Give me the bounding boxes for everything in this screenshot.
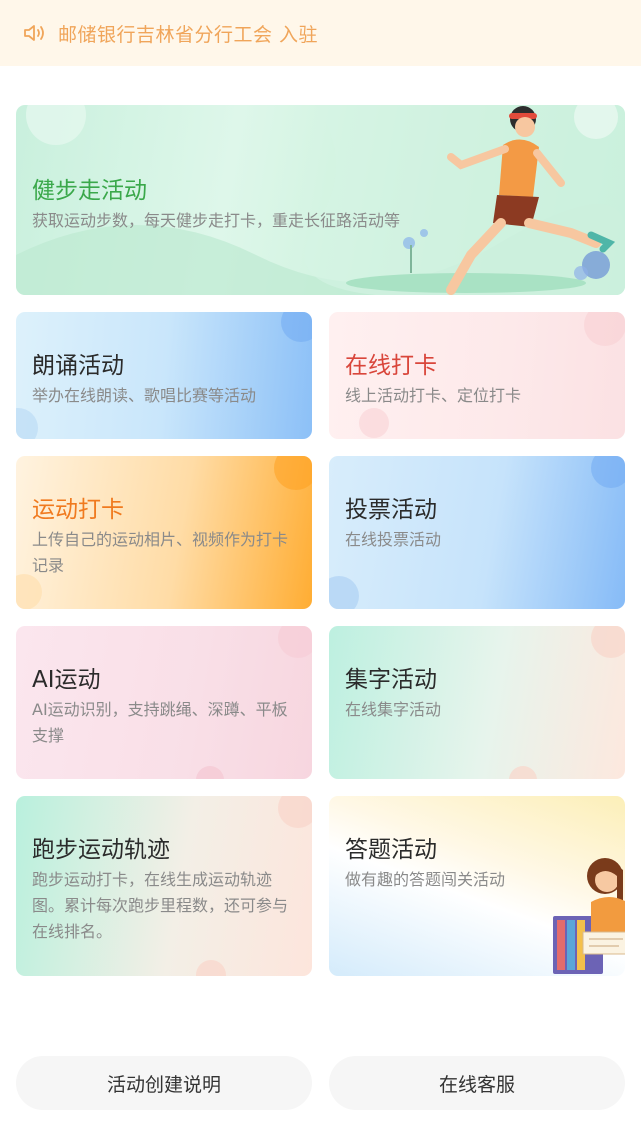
speaker-icon xyxy=(24,25,44,41)
vote-activity-desc: 在线投票活动 xyxy=(345,530,442,549)
run-track-card[interactable]: 跑步运动轨迹 跑步运动打卡，在线生成运动轨迹图。累计每次跑步里程数，还可参与在线… xyxy=(16,796,312,976)
checkin-activity-desc: 线上活动打卡、定位打卡 xyxy=(345,386,522,405)
runner-girl-illustration xyxy=(446,106,616,295)
word-collect-title: 集字活动 xyxy=(345,667,437,693)
run-track-desc: 跑步运动打卡，在线生成运动轨迹图。累计每次跑步里程数，还可参与在线排名。 xyxy=(32,870,289,941)
decor-circle xyxy=(196,960,226,976)
sport-checkin-card[interactable]: 运动打卡 上传自己的运动相片、视频作为打卡记录 xyxy=(16,456,312,609)
online-service-button[interactable]: 在线客服 xyxy=(329,1056,625,1110)
walk-activity-title: 健步走活动 xyxy=(32,178,147,204)
read-activity-desc: 举办在线朗读、歌唱比赛等活动 xyxy=(32,386,257,405)
sport-checkin-title: 运动打卡 xyxy=(32,497,124,523)
ai-sport-desc: AI运动识别，支持跳绳、深蹲、平板支撑 xyxy=(32,700,288,745)
quiz-activity-desc: 做有趣的答题闯关活动 xyxy=(345,870,506,889)
decor-circle xyxy=(196,766,224,779)
quiz-activity-title: 答题活动 xyxy=(345,837,437,863)
quiz-activity-card[interactable]: 答题活动 做有趣的答题闯关活动 xyxy=(329,796,625,976)
walk-activity-desc: 获取运动步数，每天健步走打卡，重走长征路活动等 xyxy=(32,211,401,230)
activity-create-guide-button[interactable]: 活动创建说明 xyxy=(16,1056,312,1110)
decor-circle xyxy=(274,456,312,490)
vote-activity-title: 投票活动 xyxy=(345,497,437,523)
decor-circle xyxy=(278,796,312,828)
girl-reading-illustration xyxy=(553,858,625,974)
decor-circle xyxy=(584,312,625,346)
decor-circle xyxy=(281,312,312,342)
notice-bar[interactable]: 邮储银行吉林省分行工会 入驻 xyxy=(0,0,641,66)
word-collect-desc: 在线集字活动 xyxy=(345,700,442,719)
vote-activity-card[interactable]: 投票活动 在线投票活动 xyxy=(329,456,625,609)
notice-text: 邮储银行吉林省分行工会 入驻 xyxy=(58,23,319,46)
decor-circle xyxy=(16,408,38,439)
decor-circle xyxy=(591,456,625,488)
decor-circle xyxy=(16,574,42,609)
checkin-activity-title: 在线打卡 xyxy=(345,353,437,379)
run-track-title: 跑步运动轨迹 xyxy=(32,837,170,863)
word-collect-card[interactable]: 集字活动 在线集字活动 xyxy=(329,626,625,779)
decor-circle xyxy=(278,626,312,658)
sport-checkin-desc: 上传自己的运动相片、视频作为打卡记录 xyxy=(32,530,289,575)
decor-circle xyxy=(509,766,537,779)
checkin-activity-card[interactable]: 在线打卡 线上活动打卡、定位打卡 xyxy=(329,312,625,439)
ai-sport-card[interactable]: AI运动 AI运动识别，支持跳绳、深蹲、平板支撑 xyxy=(16,626,312,779)
ai-sport-title: AI运动 xyxy=(32,667,101,693)
read-activity-title: 朗诵活动 xyxy=(32,353,124,379)
walk-activity-card[interactable]: 健步走活动 获取运动步数，每天健步走打卡，重走长征路活动等 xyxy=(16,105,625,295)
decor-circle xyxy=(359,408,389,438)
decor-circle xyxy=(591,626,625,658)
decor-circle xyxy=(329,576,359,609)
read-activity-card[interactable]: 朗诵活动 举办在线朗读、歌唱比赛等活动 xyxy=(16,312,312,439)
